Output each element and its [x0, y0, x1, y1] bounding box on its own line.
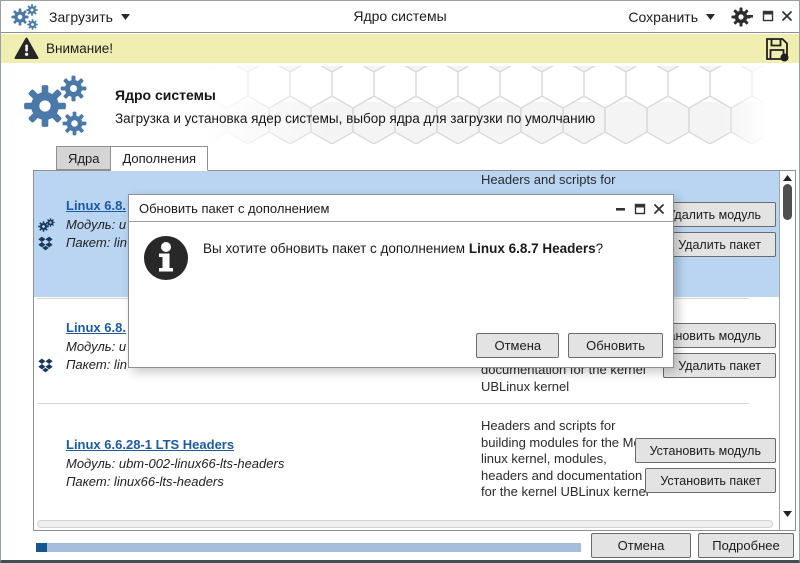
- header-gears-icon: [24, 75, 87, 136]
- dialog-cancel-button[interactable]: Отмена: [476, 333, 560, 358]
- close-icon[interactable]: [781, 10, 793, 22]
- horizontal-scrollbar[interactable]: [37, 520, 773, 528]
- page-title: Ядро системы: [115, 87, 216, 103]
- page-subtitle: Загрузка и установка ядер системы, выбор…: [115, 111, 596, 126]
- addon-description: Headers and scripts for: [481, 172, 616, 187]
- module-gears-icon: [38, 218, 55, 232]
- dialog-titlebar: Обновить пакет с дополнением: [129, 195, 673, 222]
- scrollbar-thumb[interactable]: [783, 184, 792, 220]
- addon-package-line: Пакет: lin: [66, 235, 127, 250]
- dialog-actions: Отмена Обновить: [476, 333, 663, 358]
- titlebar: Загрузить Ядро системы Сохранить: [1, 1, 799, 33]
- floppy-disk-icon[interactable]: [764, 36, 790, 62]
- update-package-dialog: Обновить пакет с дополнением Вы хотите о…: [128, 194, 674, 368]
- maximize-icon[interactable]: [762, 10, 774, 22]
- remove-package-button[interactable]: Удалить пакет: [663, 353, 776, 378]
- save-label: Сохранить: [628, 8, 698, 25]
- install-module-button[interactable]: Установить модуль: [634, 438, 776, 463]
- addon-title-link[interactable]: Linux 6.8.: [66, 198, 126, 213]
- tab-bar: Ядра Дополнения: [56, 146, 209, 171]
- warning-label: Внимание!: [46, 41, 114, 56]
- dialog-window-controls: [615, 203, 665, 215]
- window-controls: [743, 10, 793, 22]
- scroll-down-icon[interactable]: [783, 511, 792, 517]
- addon-package-line: Пакет: linux66-lts-headers: [66, 474, 224, 489]
- install-package-button[interactable]: Установить пакет: [645, 468, 776, 493]
- addon-module-line: Модуль: u: [66, 339, 127, 354]
- addon-module-line: Модуль: u: [66, 217, 127, 232]
- package-box-icon: [38, 236, 53, 251]
- warning-bar: Внимание!: [1, 34, 799, 63]
- tab-kernels[interactable]: Ядра: [56, 146, 112, 170]
- maximize-icon[interactable]: [634, 203, 646, 215]
- cancel-button[interactable]: Отмена: [591, 533, 691, 558]
- minimize-icon[interactable]: [743, 10, 755, 22]
- hexagon-pattern: [206, 66, 768, 144]
- dialog-update-button[interactable]: Обновить: [568, 333, 663, 358]
- dialog-message-prefix: Вы хотите обновить пакет с дополнением: [203, 241, 469, 256]
- vertical-scrollbar[interactable]: [779, 171, 795, 530]
- details-button[interactable]: Подробнее: [698, 533, 794, 558]
- info-circle-icon: [144, 236, 188, 280]
- dialog-message-suffix: ?: [595, 241, 604, 256]
- dialog-message-subject: Linux 6.8.7 Headers: [468, 241, 596, 256]
- page-header: Ядро системы Загрузка и установка ядер с…: [1, 63, 799, 146]
- dialog-message: Вы хотите обновить пакет с дополнением L…: [203, 241, 603, 256]
- close-icon[interactable]: [653, 203, 665, 215]
- progress-fill: [36, 543, 47, 552]
- addon-module-line: Модуль: ubm-002-linux66-lts-headers: [66, 456, 285, 471]
- package-box-icon: [38, 358, 53, 373]
- scroll-up-icon[interactable]: [783, 175, 792, 181]
- row-separator: [37, 403, 749, 404]
- tab-addons[interactable]: Дополнения: [111, 146, 209, 171]
- addon-actions: Установить модуль Установить пакет: [634, 438, 776, 493]
- warning-triangle-icon: [14, 37, 39, 59]
- remove-package-button[interactable]: Удалить пакет: [663, 232, 776, 257]
- application-window: Загрузить Ядро системы Сохранить Внимани…: [0, 0, 800, 563]
- dialog-title: Обновить пакет с дополнением: [139, 201, 330, 216]
- minimize-icon[interactable]: [615, 203, 627, 215]
- addon-description: Headers and scripts for building modules…: [481, 418, 652, 499]
- chevron-down-icon: [706, 14, 715, 20]
- addon-title-link[interactable]: Linux 6.8.: [66, 320, 126, 335]
- addon-title-link[interactable]: Linux 6.6.28-1 LTS Headers: [66, 437, 234, 452]
- addon-package-line: Пакет: lin: [66, 357, 127, 372]
- progress-bar: [36, 543, 581, 552]
- save-dropdown-button[interactable]: Сохранить: [628, 1, 715, 32]
